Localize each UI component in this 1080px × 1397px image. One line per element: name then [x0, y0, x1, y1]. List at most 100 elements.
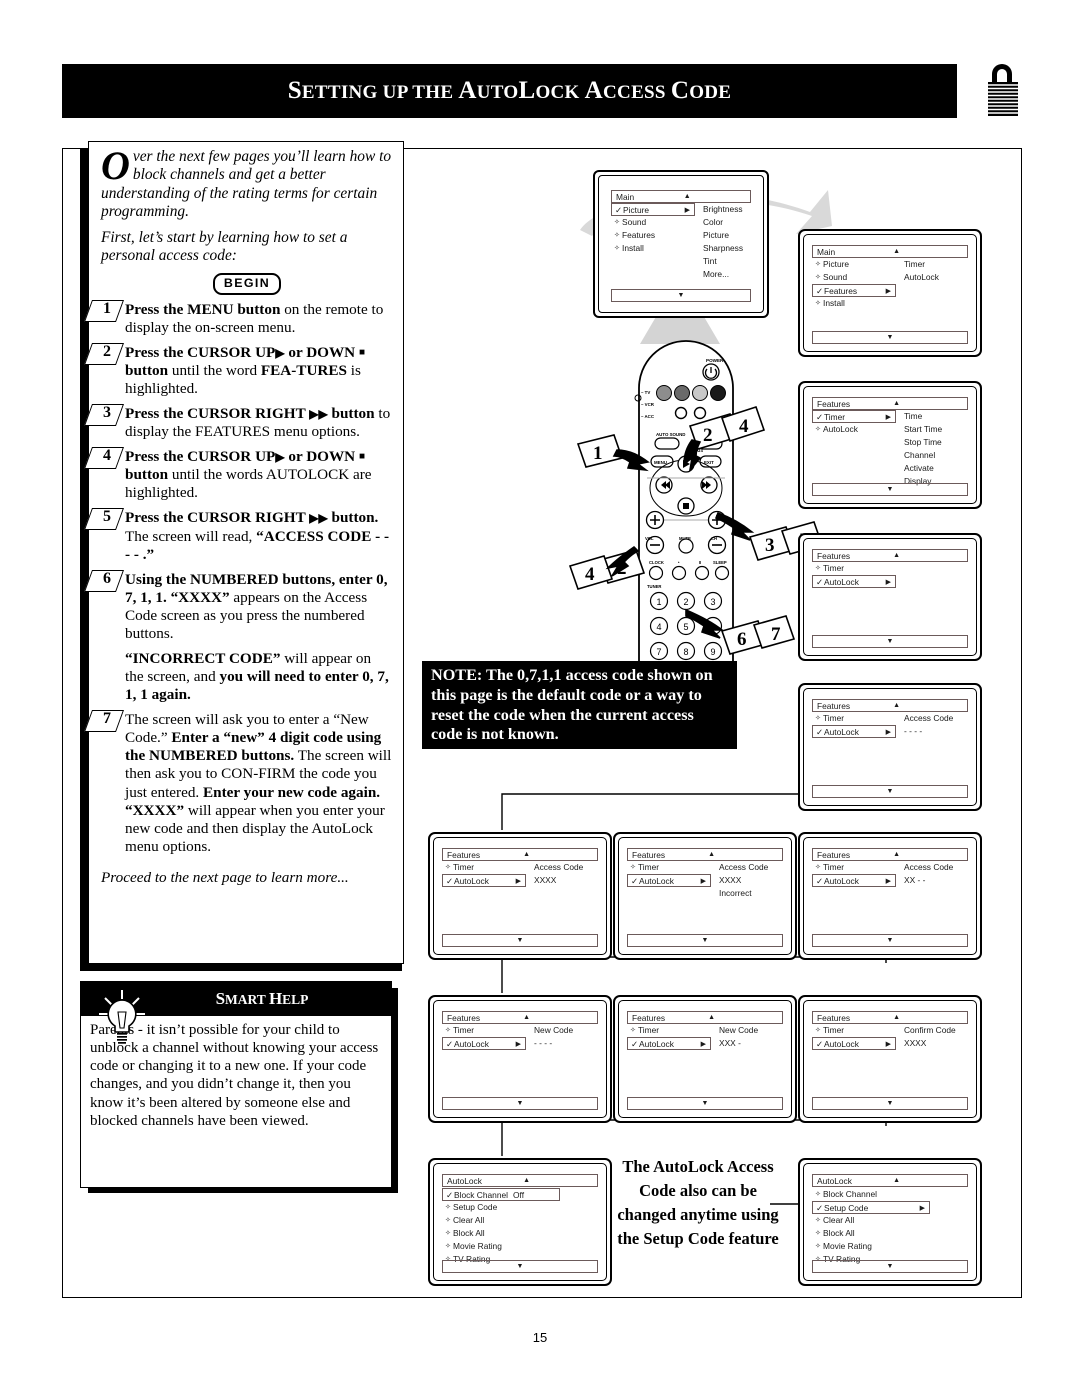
- menu-option[interactable]: XXXX: [896, 1037, 926, 1050]
- menu-option[interactable]: AutoLock: [896, 271, 939, 284]
- menu-item-install[interactable]: ✧ Install: [611, 242, 695, 255]
- menu-item-label: Clear All: [823, 1215, 855, 1225]
- menu-item-clear-all[interactable]: ✧ Clear All: [442, 1214, 560, 1227]
- menu-item-block-channel[interactable]: ✓ Block Channel Off: [442, 1188, 560, 1201]
- menu-option[interactable]: [896, 284, 904, 297]
- scroll-up-icon: ▲: [893, 851, 901, 858]
- menu-option[interactable]: [896, 297, 904, 310]
- menu-option[interactable]: Access Code: [896, 861, 953, 874]
- menu-item-autolock[interactable]: ✓ AutoLock ▶: [442, 1037, 526, 1050]
- menu-item[interactable]: [812, 436, 896, 449]
- menu-item-autolock[interactable]: ✓ AutoLock ▶: [812, 874, 896, 887]
- menu-item-movie-rating[interactable]: ✧ Movie Rating: [812, 1240, 930, 1253]
- menu-item-picture[interactable]: ✓ Picture ▶: [611, 203, 695, 216]
- menu-option[interactable]: XX - -: [896, 874, 925, 887]
- menu-item-features[interactable]: ✓ Features ▶: [812, 284, 896, 297]
- menu-option[interactable]: XXXX: [526, 874, 556, 887]
- menu-option[interactable]: Sharpness: [695, 242, 743, 255]
- menu-item-features[interactable]: ✧ Features: [611, 229, 695, 242]
- svg-text:CLOCK: CLOCK: [649, 560, 664, 565]
- tv-menu-scroll-down[interactable]: ▼: [611, 289, 751, 302]
- menu-scroll-down[interactable]: ▼: [812, 934, 968, 947]
- menu-item-autolock[interactable]: ✧ AutoLock: [812, 423, 896, 436]
- menu-option[interactable]: Tint: [695, 255, 717, 268]
- menu-option[interactable]: Access Code: [896, 712, 953, 725]
- page-number: 15: [532, 1330, 548, 1345]
- menu-option[interactable]: Access Code: [526, 861, 583, 874]
- menu-option[interactable]: XXX -: [711, 1037, 741, 1050]
- menu-option[interactable]: Channel: [896, 449, 935, 462]
- menu-option[interactable]: Stop Time: [896, 436, 942, 449]
- menu-item-autolock[interactable]: ✓ AutoLock ▶: [627, 1037, 711, 1050]
- menu-item[interactable]: [611, 255, 695, 268]
- menu-item[interactable]: [812, 449, 896, 462]
- menu-item-setup-code[interactable]: ✓ Setup Code ▶: [812, 1201, 930, 1214]
- menu-item-autolock[interactable]: ✓ AutoLock ▶: [812, 575, 896, 588]
- menu-scroll-down[interactable]: ▼: [812, 1260, 968, 1273]
- menu-item-sound[interactable]: ✧ Sound: [611, 216, 695, 229]
- menu-scroll-down[interactable]: ▼: [627, 934, 783, 947]
- menu-item-install[interactable]: ✧ Install: [812, 297, 896, 310]
- menu-item-label: Block Channel: [454, 1190, 509, 1200]
- menu-option[interactable]: - - - -: [896, 725, 922, 738]
- menu-item-timer[interactable]: ✧ Timer: [812, 1024, 896, 1037]
- menu-option[interactable]: - - - -: [526, 1037, 552, 1050]
- menu-item-block-all[interactable]: ✧ Block All: [812, 1227, 930, 1240]
- menu-item-clear-all[interactable]: ✧ Clear All: [812, 1214, 930, 1227]
- menu-item-timer[interactable]: ✧ Timer: [442, 1024, 526, 1037]
- menu-item-timer[interactable]: ✧ Timer: [627, 861, 711, 874]
- menu-option[interactable]: More...: [695, 268, 729, 281]
- menu-item-timer[interactable]: ✓ Timer ▶: [812, 410, 896, 423]
- menu-scroll-down[interactable]: ▼: [442, 1260, 598, 1273]
- menu-item-autolock[interactable]: ✓ AutoLock ▶: [442, 874, 526, 887]
- instruction-box: Over the next few pages you’ll learn how…: [83, 141, 404, 964]
- menu-scroll-down[interactable]: ▼: [627, 1097, 783, 1110]
- menu-item-marker: ✧: [815, 1191, 821, 1198]
- menu-scroll-down[interactable]: ▼: [812, 331, 968, 344]
- menu-option[interactable]: Brightness: [695, 203, 743, 216]
- menu-item-timer[interactable]: ✧ Timer: [812, 712, 896, 725]
- menu-item-timer[interactable]: ✧ Timer: [812, 562, 896, 575]
- menu-screen-new-code-partial: Features ▲ ✧ Timer New Code ✓ AutoLock ▶ XXX - ▼: [613, 995, 797, 1123]
- menu-option[interactable]: XXXX: [711, 874, 741, 887]
- menu-option[interactable]: Start Time: [896, 423, 942, 436]
- menu-item-timer[interactable]: ✧ Timer: [812, 861, 896, 874]
- menu-item[interactable]: [611, 268, 695, 281]
- menu-item-autolock[interactable]: ✓ AutoLock ▶: [812, 1037, 896, 1050]
- menu-item-label: AutoLock: [639, 1039, 674, 1049]
- menu-item-movie-rating[interactable]: ✧ Movie Rating: [442, 1240, 560, 1253]
- menu-item-timer[interactable]: ✧ Timer: [442, 861, 526, 874]
- menu-title: Features ▲: [812, 1011, 968, 1024]
- menu-option[interactable]: New Code: [711, 1024, 758, 1037]
- menu-item-picture[interactable]: ✧ Picture: [812, 258, 896, 271]
- menu-scroll-down[interactable]: ▼: [442, 934, 598, 947]
- menu-screen-new-code-empty: Features ▲ ✧ Timer New Code ✓ AutoLock ▶ - - - -…: [428, 995, 612, 1123]
- menu-item-marker: ✧: [815, 274, 821, 281]
- menu-item-setup-code[interactable]: ✧ Setup Code: [442, 1201, 560, 1214]
- menu-scroll-down[interactable]: ▼: [812, 1097, 968, 1110]
- note-box: NOTE: The 0,7,1,1 access code shown on t…: [422, 661, 737, 749]
- step-number: 3: [103, 404, 111, 422]
- menu-item-autolock[interactable]: ✓ AutoLock ▶: [812, 725, 896, 738]
- menu-option[interactable]: Activate: [896, 462, 934, 475]
- menu-option[interactable]: Access Code: [711, 861, 768, 874]
- menu-scroll-down[interactable]: ▼: [812, 635, 968, 648]
- menu-option[interactable]: Color: [695, 216, 723, 229]
- menu-option[interactable]: Time: [896, 410, 922, 423]
- menu-option[interactable]: [896, 562, 904, 575]
- menu-option[interactable]: [896, 575, 904, 588]
- menu-item-block-channel[interactable]: ✧ Block Channel: [812, 1188, 930, 1201]
- menu-item[interactable]: [812, 462, 896, 475]
- menu-item-sound[interactable]: ✧ Sound: [812, 271, 896, 284]
- menu-item-block-all[interactable]: ✧ Block All: [442, 1227, 560, 1240]
- menu-scroll-down[interactable]: ▼: [442, 1097, 598, 1110]
- menu-item-autolock[interactable]: ✓ AutoLock ▶: [627, 874, 711, 887]
- menu-option[interactable]: Confirm Code: [896, 1024, 956, 1037]
- menu-item-timer[interactable]: ✧ Timer: [627, 1024, 711, 1037]
- menu-option[interactable]: New Code: [526, 1024, 573, 1037]
- menu-option[interactable]: Picture: [695, 229, 729, 242]
- menu-scroll-down[interactable]: ▼: [812, 785, 968, 798]
- menu-scroll-down[interactable]: ▼: [812, 483, 968, 496]
- menu-option[interactable]: Timer: [896, 258, 925, 271]
- svg-text:II: II: [699, 560, 701, 565]
